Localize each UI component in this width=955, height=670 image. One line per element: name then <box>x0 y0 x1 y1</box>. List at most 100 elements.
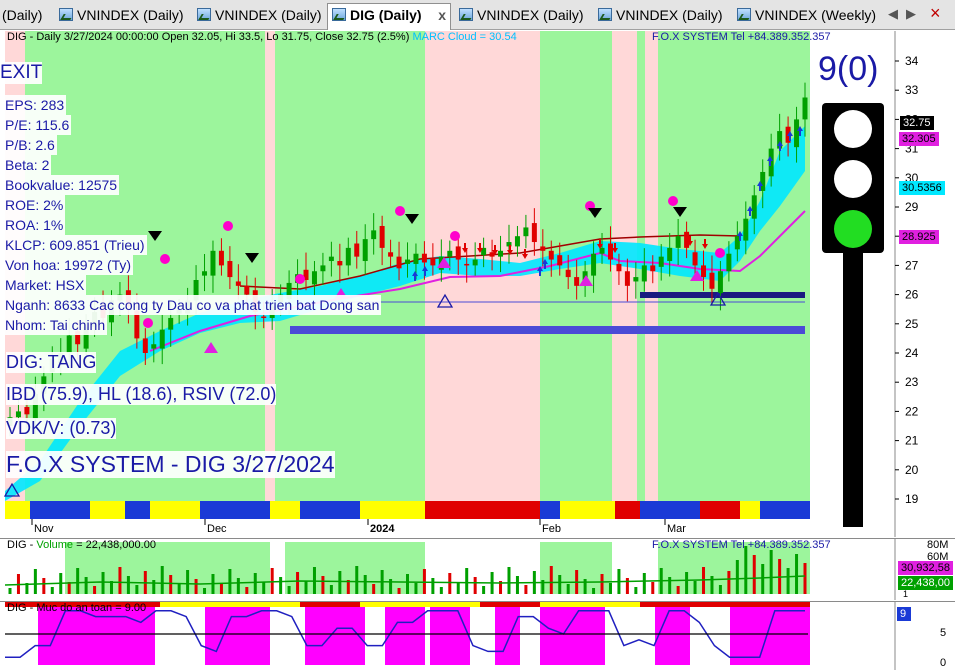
fundamental-item: Nhom: Tai chinh <box>3 315 108 335</box>
chart-icon <box>459 8 473 21</box>
close-icon[interactable]: x <box>438 4 446 26</box>
candle-body <box>599 247 605 254</box>
volume-bar <box>152 580 156 594</box>
count-label: 9(0) <box>818 50 879 88</box>
strip-segment <box>540 501 560 519</box>
volume-symbol: DIG <box>7 539 27 551</box>
strip-segment <box>615 501 640 519</box>
candle-body <box>574 277 580 286</box>
volume-current-tag: 22,438,00 <box>898 576 953 590</box>
tab-label: VNINDEX (Weekly) <box>755 7 877 23</box>
candle-body <box>717 271 723 294</box>
volume-average-tag: 30,932,58 <box>898 561 953 575</box>
tab-vnindex-daily-2[interactable]: VNINDEX (Daily) <box>193 4 322 28</box>
close-window-icon[interactable]: × <box>930 3 941 24</box>
safety-strip-segment <box>160 602 300 607</box>
tab-label: DIG (Daily) <box>350 7 422 23</box>
volume-bar <box>456 582 460 594</box>
scroll-left-icon[interactable]: ◀ <box>888 6 898 22</box>
candle-body <box>692 252 698 266</box>
volume-bar <box>279 577 283 594</box>
safety-blocks <box>38 607 810 665</box>
volume-bar <box>735 560 739 594</box>
volume-bar <box>338 571 342 594</box>
volume-bar <box>515 576 519 594</box>
tab-vnindex-daily-4[interactable]: VNINDEX (Daily) <box>594 4 723 28</box>
candle-body <box>650 265 656 272</box>
volume-bar <box>473 577 477 594</box>
volume-bar <box>549 566 553 594</box>
volume-bar <box>465 568 469 594</box>
tab-vnindex-weekly[interactable]: VNINDEX (Weekly) <box>733 4 876 28</box>
pink-dot-marker <box>668 196 678 206</box>
volume-bar <box>397 588 401 594</box>
candle-body <box>455 246 461 260</box>
volume-bar <box>583 579 587 594</box>
volume-bar <box>33 569 37 594</box>
fundamental-item: Market: HSX <box>3 275 87 295</box>
candle-body <box>388 252 394 257</box>
y-tick-label: 33 <box>905 83 919 97</box>
volume-bar <box>448 573 452 594</box>
candle-body <box>565 269 571 278</box>
light-bottom <box>834 210 872 248</box>
volume-bar <box>76 568 80 594</box>
candle-body <box>701 265 707 278</box>
y-tick-label: 21 <box>905 434 919 448</box>
strip-segment <box>740 501 760 519</box>
safety-block <box>385 607 425 665</box>
volume-bar <box>608 583 612 594</box>
volume-bar <box>439 587 443 594</box>
candle-body <box>447 250 453 257</box>
scroll-right-icon[interactable]: ▶ <box>906 6 916 22</box>
volume-bar <box>363 575 367 594</box>
fundamental-item: Beta: 2 <box>3 155 52 175</box>
traffic-light <box>822 103 884 527</box>
vdk-readout: VDK/V: (0.73) <box>6 418 117 439</box>
volume-bar <box>668 577 672 594</box>
candle-body <box>641 265 647 282</box>
volume-bar <box>710 576 714 594</box>
volume-bar <box>524 585 528 594</box>
light-top <box>834 110 872 148</box>
tab-dig-daily[interactable]: DIG (Daily) x <box>327 3 451 30</box>
safety-pane-header: DIG - Muc do an toan = 9.00 <box>7 602 147 614</box>
volume-bar <box>592 588 596 594</box>
candle-body <box>472 259 478 266</box>
price-tag: 32.75 <box>900 116 934 130</box>
tab-daily-partial[interactable]: (Daily) <box>0 4 42 28</box>
pink-dot-marker <box>715 248 725 258</box>
volume-bar <box>304 581 308 594</box>
price-pane-header: DIG - Daily 3/27/2024 00:00:00 Open 32.0… <box>7 31 517 43</box>
safety-tick-5: 5 <box>940 627 947 639</box>
strip-segment <box>640 501 700 519</box>
price-tag: 30.5356 <box>899 181 945 195</box>
strip-segment <box>200 501 270 519</box>
candle-body <box>607 243 613 260</box>
volume-bar <box>245 587 249 594</box>
volume-bar <box>236 578 240 594</box>
tab-vnindex-daily-3[interactable]: VNINDEX (Daily) <box>455 4 584 28</box>
tab-vnindex-daily-1[interactable]: VNINDEX (Daily) <box>55 4 184 28</box>
candle-body <box>726 253 732 272</box>
volume-pane-header: DIG - Volume = 22,438,000.00 <box>7 539 156 551</box>
volume-bar <box>42 578 46 594</box>
strip-segment <box>90 501 125 519</box>
fundamental-item: ROA: 1% <box>3 215 66 235</box>
y-tick-label: 27 <box>905 258 919 272</box>
safety-block <box>38 607 155 665</box>
y-tick-label: 25 <box>905 317 919 331</box>
volume-bar <box>253 573 257 594</box>
pink-dot-marker <box>395 206 405 216</box>
candle-body <box>751 195 757 219</box>
candle-body <box>667 247 673 262</box>
tab-label: VNINDEX (Daily) <box>477 7 584 23</box>
tab-bar: (Daily) VNINDEX (Daily) VNINDEX (Daily) … <box>0 0 955 30</box>
x-tick-label: Dec <box>207 523 227 535</box>
volume-bar <box>676 586 680 594</box>
chart-icon <box>197 8 211 21</box>
volume-bar <box>262 582 266 594</box>
x-axis: Nov Dec 2024 Feb Mar <box>0 519 895 537</box>
candle-body <box>616 263 622 272</box>
fundamental-item: Nganh: 8633 Cac cong ty Dau co va phat t… <box>3 295 382 315</box>
